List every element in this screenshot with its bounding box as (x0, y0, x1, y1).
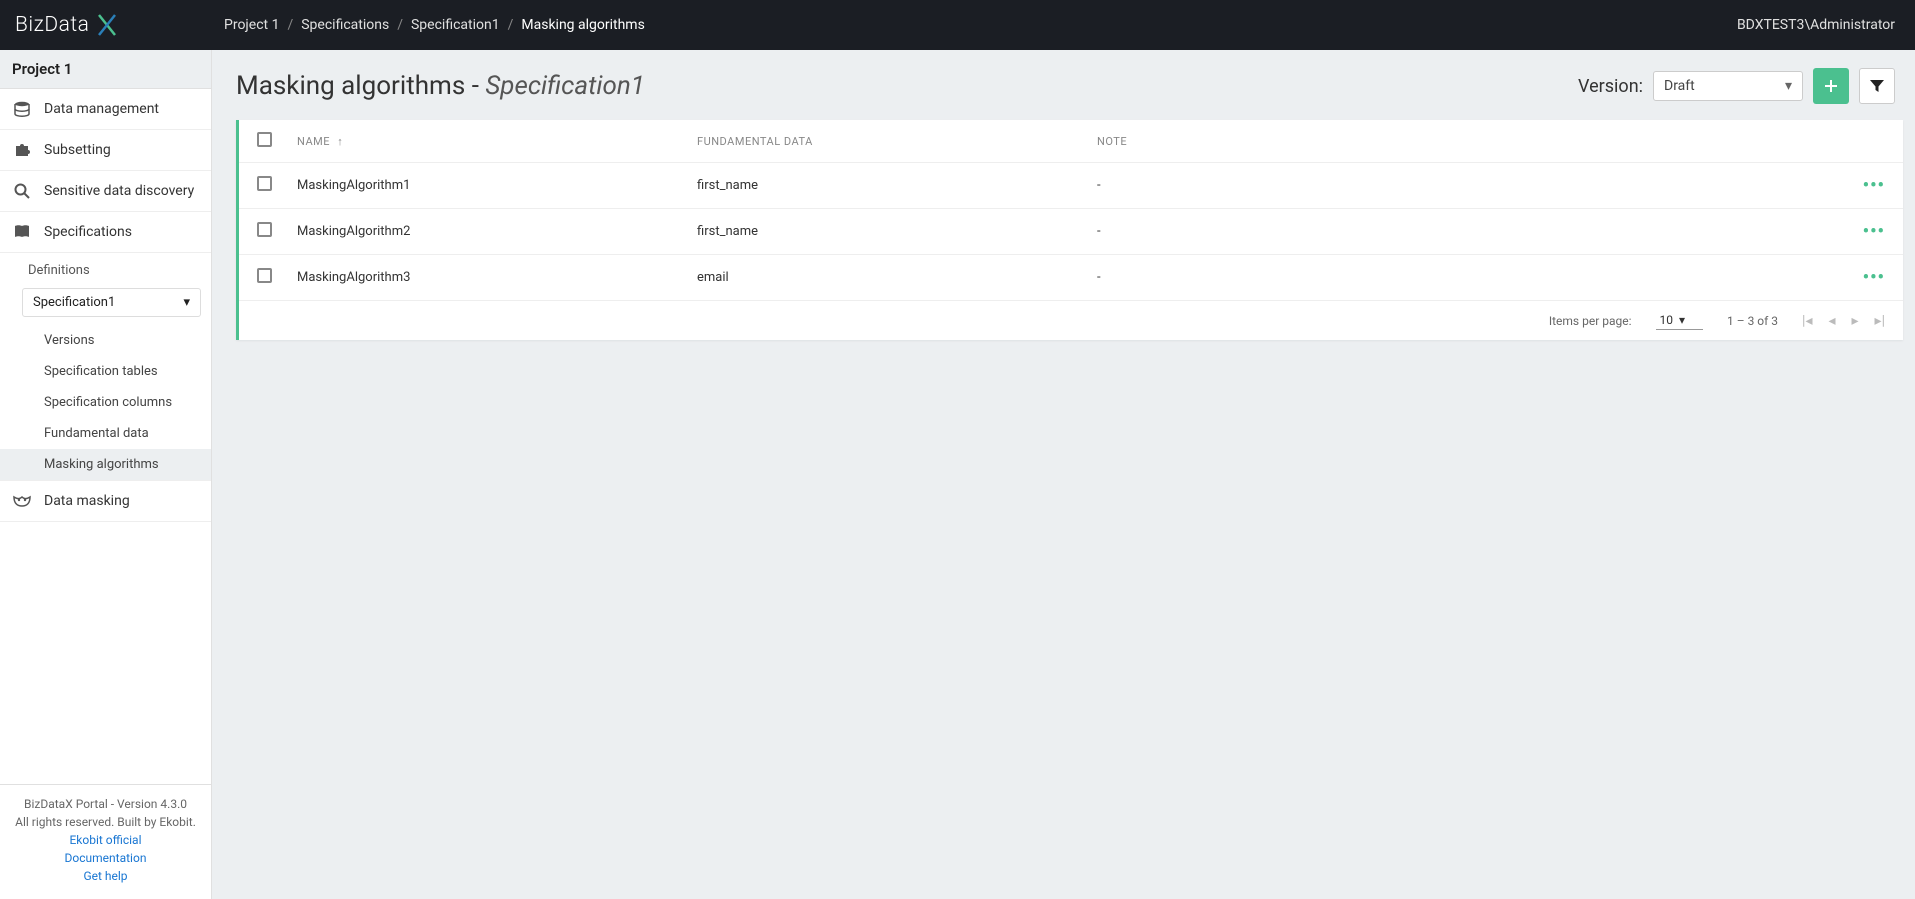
mask-icon (12, 491, 32, 511)
sidebar-item-label: Data management (44, 101, 159, 117)
sidebar: Project 1 Data management Subsetting Sen… (0, 50, 212, 899)
footer-link-official[interactable]: Ekobit official (8, 831, 203, 849)
breadcrumb-item-0[interactable]: Project 1 (224, 17, 279, 33)
add-button[interactable] (1813, 68, 1849, 104)
chevron-down-icon: ▾ (183, 295, 190, 310)
sidebar-item-label: Specifications (44, 224, 132, 240)
brand-logo[interactable]: BizData (0, 11, 212, 39)
row-checkbox[interactable] (257, 222, 272, 237)
footer-link-docs[interactable]: Documentation (8, 849, 203, 867)
specification-select[interactable]: Specification1 ▾ (22, 288, 201, 317)
row-checkbox[interactable] (257, 176, 272, 191)
page-first-icon[interactable]: |◂ (1802, 313, 1812, 329)
items-per-page-select[interactable]: 10 ▾ (1656, 311, 1703, 330)
sub-link-spec-columns[interactable]: Specification columns (0, 387, 211, 418)
sub-link-masking-algorithms[interactable]: Masking algorithms (0, 449, 211, 480)
pagination-range: 1 – 3 of 3 (1727, 314, 1778, 328)
version-controls: Version: Draft ▾ (1578, 68, 1895, 104)
topbar: BizData Project 1 / Specifications / Spe… (0, 0, 1915, 50)
page-prev-icon[interactable]: ◂ (1828, 313, 1835, 329)
cell-fundamental: first_name (697, 178, 1097, 193)
sub-link-spec-tables[interactable]: Specification tables (0, 356, 211, 387)
sidebar-item-data-management[interactable]: Data management (0, 89, 211, 130)
row-actions-icon[interactable]: ••• (1863, 221, 1885, 242)
specification-selected: Specification1 (33, 295, 115, 310)
select-all-checkbox[interactable] (257, 132, 272, 147)
search-icon (12, 181, 32, 201)
table-row[interactable]: MaskingAlgorithm3 email - ••• (239, 255, 1903, 301)
row-checkbox[interactable] (257, 268, 272, 283)
sidebar-item-label: Data masking (44, 493, 130, 509)
table-footer: Items per page: 10 ▾ 1 – 3 of 3 |◂ ◂ ▸ ▸… (239, 301, 1903, 340)
pager-buttons: |◂ ◂ ▸ ▸| (1802, 313, 1885, 329)
sidebar-item-specifications[interactable]: Specifications (0, 212, 211, 253)
col-header-fundamental[interactable]: FUNDAMENTAL DATA (697, 135, 1097, 148)
page-title-prefix: Masking algorithms - (236, 71, 485, 101)
sidebar-item-data-masking[interactable]: Data masking (0, 480, 211, 522)
breadcrumb-item-2[interactable]: Specification1 (411, 17, 500, 33)
table-card: NAME ↑ FUNDAMENTAL DATA NOTE MaskingAlgo… (236, 120, 1903, 340)
cell-fundamental: email (697, 270, 1097, 285)
user-label[interactable]: BDXTEST3\Administrator (1737, 17, 1895, 33)
page-title: Masking algorithms - Specification1 (236, 71, 645, 101)
table-row[interactable]: MaskingAlgorithm1 first_name - ••• (239, 163, 1903, 209)
version-select[interactable]: Draft ▾ (1653, 71, 1803, 101)
sub-link-fundamental-data[interactable]: Fundamental data (0, 418, 211, 449)
version-label: Version: (1578, 76, 1643, 97)
table-header: NAME ↑ FUNDAMENTAL DATA NOTE (239, 120, 1903, 163)
database-icon (12, 99, 32, 119)
puzzle-icon (12, 140, 32, 160)
sidebar-item-label: Sensitive data discovery (44, 183, 194, 199)
breadcrumb: Project 1 / Specifications / Specificati… (212, 17, 645, 33)
cell-name: MaskingAlgorithm1 (297, 178, 697, 193)
sub-link-versions[interactable]: Versions (0, 325, 211, 356)
sort-asc-icon: ↑ (337, 135, 343, 148)
page-next-icon[interactable]: ▸ (1852, 313, 1859, 329)
definitions-label: Definitions (0, 253, 211, 284)
cell-name: MaskingAlgorithm2 (297, 224, 697, 239)
row-actions-icon[interactable]: ••• (1863, 267, 1885, 288)
sidebar-item-label: Subsetting (44, 142, 111, 158)
footer-version: BizDataX Portal - Version 4.3.0 (8, 795, 203, 813)
main-content: Masking algorithms - Specification1 Vers… (212, 50, 1915, 340)
project-header[interactable]: Project 1 (0, 50, 211, 89)
cell-note: - (1097, 270, 1845, 285)
footer-rights: All rights reserved. Built by Ekobit. (8, 813, 203, 831)
col-header-name[interactable]: NAME ↑ (297, 135, 697, 148)
cell-note: - (1097, 178, 1845, 193)
row-actions-icon[interactable]: ••• (1863, 175, 1885, 196)
brand-text: BizData (15, 13, 89, 37)
cell-note: - (1097, 224, 1845, 239)
sidebar-footer: BizDataX Portal - Version 4.3.0 All righ… (0, 784, 211, 899)
page-title-spec: Specification1 (485, 71, 645, 101)
version-selected: Draft (1664, 78, 1695, 94)
filter-icon (1869, 78, 1885, 94)
footer-link-help[interactable]: Get help (8, 867, 203, 885)
table-row[interactable]: MaskingAlgorithm2 first_name - ••• (239, 209, 1903, 255)
book-icon (12, 222, 32, 242)
items-per-page-label: Items per page: (1549, 314, 1632, 328)
sidebar-item-subsetting[interactable]: Subsetting (0, 130, 211, 171)
chevron-down-icon: ▾ (1785, 78, 1792, 94)
sidebar-item-sensitive-discovery[interactable]: Sensitive data discovery (0, 171, 211, 212)
col-header-note[interactable]: NOTE (1097, 135, 1845, 148)
brand-x-icon (93, 11, 121, 39)
filter-button[interactable] (1859, 68, 1895, 104)
plus-icon (1823, 78, 1839, 94)
cell-fundamental: first_name (697, 224, 1097, 239)
breadcrumb-item-1[interactable]: Specifications (301, 17, 389, 33)
page-last-icon[interactable]: ▸| (1875, 313, 1885, 329)
breadcrumb-item-3: Masking algorithms (521, 17, 644, 33)
cell-name: MaskingAlgorithm3 (297, 270, 697, 285)
page-bar: Masking algorithms - Specification1 Vers… (212, 50, 1915, 120)
